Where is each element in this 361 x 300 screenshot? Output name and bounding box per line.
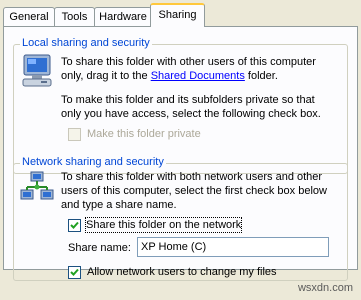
text-line: only, drag it to the Shared Documents fo…: [61, 69, 346, 83]
tab-label: Tools: [61, 11, 88, 23]
shared-documents-link[interactable]: Shared Documents: [151, 70, 245, 82]
text-line: and type a share name.: [61, 199, 177, 211]
text-line: only you have access, select the followi…: [61, 108, 321, 120]
text-line: To share this folder with other users of…: [61, 56, 316, 68]
make-private-label: Make this folder private: [87, 128, 201, 140]
tab-label: Sharing: [158, 9, 197, 21]
local-sharing-text: To share this folder with other users of…: [61, 55, 346, 121]
checkmark-icon: [70, 268, 79, 276]
checkmark-icon: [70, 221, 79, 229]
share-on-network-checkbox[interactable]: [68, 219, 81, 232]
share-name-input[interactable]: XP Home (C): [137, 237, 329, 257]
tab-sharing[interactable]: Sharing: [150, 3, 205, 27]
allow-change-label: Allow network users to change my files: [87, 266, 277, 278]
text-line: To make this folder and its subfolders p…: [61, 94, 315, 106]
computer-icon: [22, 54, 52, 87]
network-sharing-text: To share this folder with both network u…: [61, 170, 346, 212]
local-sharing-legend: Local sharing and security: [20, 37, 152, 49]
text-fragment: only, drag it to the: [61, 70, 151, 82]
network-icon: [20, 171, 54, 200]
watermark: wsxdn.com: [297, 282, 353, 294]
text-line: To share this folder with both network u…: [61, 171, 323, 183]
sharing-panel: Local sharing and security To share this…: [3, 26, 358, 281]
text-line: users of this computer, select the first…: [61, 185, 327, 197]
tab-label: General: [9, 11, 49, 23]
tab-tools[interactable]: Tools: [54, 7, 95, 26]
share-name-label: Share name:: [68, 242, 131, 254]
tab-label: Hardware: [99, 11, 147, 23]
allow-change-checkbox[interactable]: [68, 266, 81, 279]
tab-general[interactable]: General: [3, 7, 55, 26]
make-private-checkbox[interactable]: [68, 128, 81, 141]
network-sharing-legend: Network sharing and security: [20, 156, 166, 168]
share-on-network-label: Share this folder on the network: [84, 217, 243, 233]
text-fragment: folder.: [244, 70, 278, 82]
tab-hardware[interactable]: Hardware: [94, 7, 152, 26]
properties-dialog: General Tools Hardware Sharing Local sha…: [0, 0, 361, 300]
